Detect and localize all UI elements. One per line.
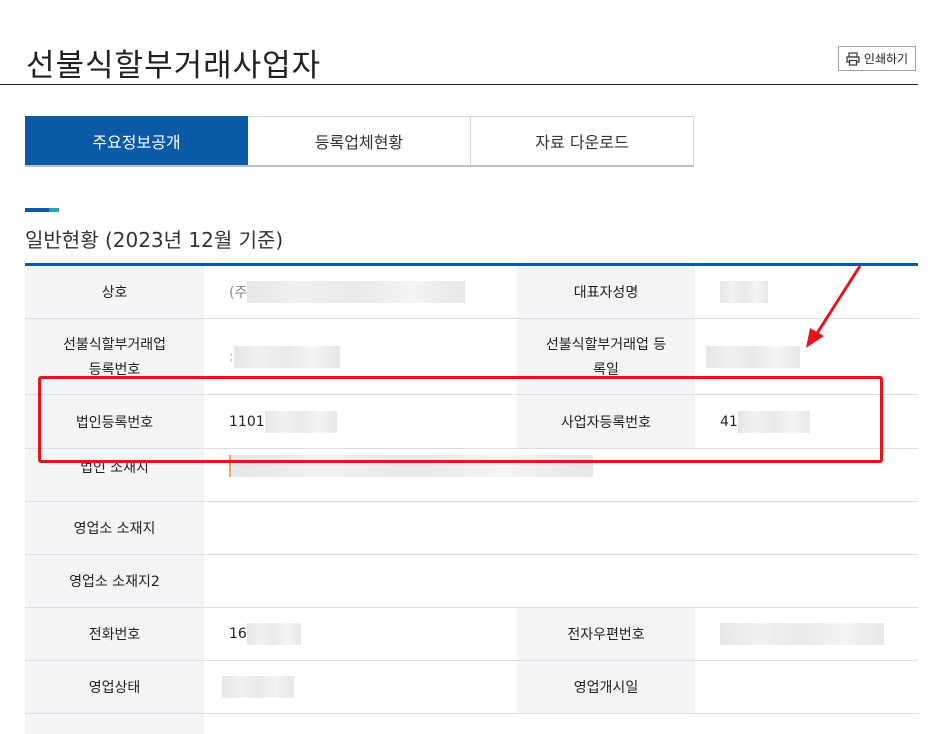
redacted-mask: [264, 410, 337, 433]
corp-address-label: 법인 소재지: [25, 449, 204, 501]
page-title: 선불식할부거래사업자: [26, 48, 322, 84]
corp-reg-number-value: 1101: [204, 395, 517, 448]
office-address-value: [204, 502, 918, 554]
reg-number-value: :: [204, 319, 517, 394]
section-title: 일반현황 (2023년 12월 기준): [25, 228, 284, 252]
corp-address-value: [204, 449, 918, 501]
status-value: [204, 661, 517, 713]
status-label: 영업상태: [25, 661, 204, 713]
ceo-name-label: 대표자성명: [517, 266, 695, 318]
reg-date-label: 선불식할부거래업 등록일: [517, 319, 695, 394]
ceo-name-value: [695, 266, 918, 318]
redacted-mask: [229, 455, 593, 477]
next-row-label: [25, 714, 204, 734]
print-button[interactable]: 인쇄하기: [838, 46, 916, 71]
table-row: 영업소 소재지2: [25, 555, 918, 608]
tab-bar: 주요정보공개 등록업체현황 자료 다운로드: [25, 116, 694, 166]
redacted-mask: [720, 623, 884, 645]
table-row: 선불식할부거래업 등록번호 : 선불식할부거래업 등록일: [25, 319, 918, 395]
open-date-label: 영업개시일: [517, 661, 695, 713]
business-reg-number-value: 41: [695, 395, 918, 448]
reg-date-value: [695, 319, 918, 394]
office-address2-label: 영업소 소재지2: [25, 555, 204, 607]
email-value: [695, 608, 918, 660]
redacted-mask: [222, 676, 294, 698]
redacted-mask: [720, 281, 768, 303]
reg-number-label: 선불식할부거래업 등록번호: [25, 319, 204, 394]
table-row: [25, 714, 918, 734]
table-row: 상호 (주 대표자성명: [25, 266, 918, 319]
next-row-value: [204, 714, 517, 734]
business-reg-number-label: 사업자등록번호: [517, 395, 695, 448]
trade-name-prefix: (주: [229, 285, 248, 301]
table-row: 법인등록번호 1101 사업자등록번호 41: [25, 395, 918, 449]
table-row: 법인 소재지: [25, 449, 918, 502]
phone-value: 16: [204, 608, 517, 660]
phone-prefix: 16: [229, 626, 247, 642]
corp-reg-number-prefix: 1101: [229, 413, 265, 430]
title-divider: [0, 84, 918, 85]
trade-name-label: 상호: [25, 266, 204, 318]
print-label: 인쇄하기: [863, 52, 909, 66]
redacted-mask: [233, 345, 340, 368]
tab-registered-companies[interactable]: 등록업체현황: [248, 116, 471, 166]
phone-label: 전화번호: [25, 608, 204, 660]
redacted-mask: [737, 410, 810, 433]
office-address-label: 영업소 소재지: [25, 502, 204, 554]
table-row: 전화번호 16 전자우편번호: [25, 608, 918, 661]
table-row: 영업상태 영업개시일: [25, 661, 918, 714]
business-reg-number-prefix: 41: [720, 413, 738, 430]
redacted-mask: [247, 281, 466, 303]
corp-reg-number-label: 법인등록번호: [25, 395, 204, 448]
table-row: 영업소 소재지: [25, 502, 918, 555]
office-address2-value: [204, 555, 918, 607]
open-date-value: [695, 661, 918, 713]
tab-underline: [25, 165, 694, 167]
tab-data-download[interactable]: 자료 다운로드: [471, 116, 694, 166]
redacted-mask: [246, 623, 301, 645]
trade-name-value: (주: [204, 266, 517, 318]
tab-key-info[interactable]: 주요정보공개: [25, 116, 248, 166]
section-marker: [25, 208, 59, 212]
printer-icon: [846, 51, 860, 66]
general-info-table: 상호 (주 대표자성명 선불식할부거래업 등록번호 : 선불식할부거래업 등록일…: [25, 263, 918, 734]
email-label: 전자우편번호: [517, 608, 695, 660]
redacted-mask: [706, 345, 800, 368]
